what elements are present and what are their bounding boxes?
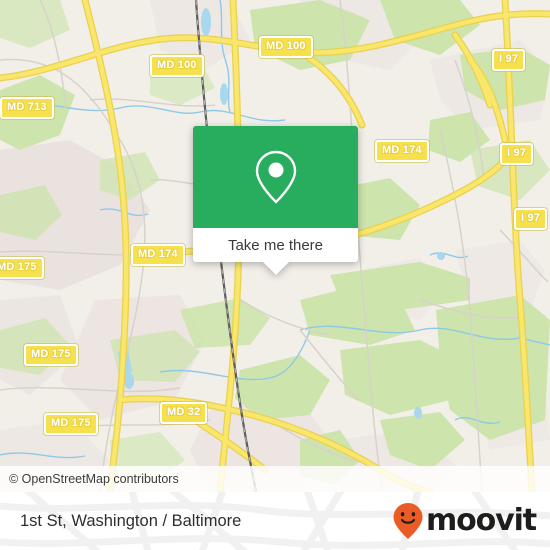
road-shield: MD 175 bbox=[44, 413, 98, 435]
place-name-label: 1st St, Washington / Baltimore bbox=[20, 511, 242, 530]
moovit-map-screen: MD 100 MD 100 MD 713 MD 174 MD 174 MD 175 MD 1… bbox=[0, 0, 550, 550]
map-pin-icon bbox=[255, 150, 296, 204]
road-shield: MD 713 bbox=[0, 97, 54, 119]
moovit-logo[interactable]: moovit bbox=[392, 502, 537, 540]
road-shield: MD 174 bbox=[375, 140, 429, 162]
moovit-pin-icon bbox=[393, 503, 423, 539]
road-shield: MD 100 bbox=[150, 55, 204, 77]
road-shield: I 97 bbox=[492, 49, 526, 71]
take-me-there-popup[interactable]: Take me there bbox=[193, 126, 358, 275]
map-attribution-bar: © OpenStreetMap contributors bbox=[0, 466, 550, 492]
moovit-wordmark: moovit bbox=[425, 503, 537, 538]
road-shield: I 97 bbox=[500, 143, 534, 165]
road-shield: MD 100 bbox=[259, 36, 313, 58]
footer-bar: 1st St, Washington / Baltimore moovit bbox=[0, 492, 550, 550]
map-canvas[interactable]: MD 100 MD 100 MD 713 MD 174 MD 174 MD 175 MD 1… bbox=[0, 0, 550, 492]
attribution-text: © OpenStreetMap contributors bbox=[9, 472, 179, 486]
road-shield: MD 175 bbox=[0, 257, 44, 279]
road-shield: MD 32 bbox=[160, 402, 208, 424]
popup-header bbox=[193, 126, 358, 228]
popup-pointer-tail bbox=[262, 262, 289, 275]
take-me-there-label: Take me there bbox=[227, 236, 324, 254]
road-shield: MD 174 bbox=[131, 244, 185, 266]
road-shield: MD 175 bbox=[24, 344, 78, 366]
popup-action-bar[interactable]: Take me there bbox=[193, 228, 358, 262]
footer-content: 1st St, Washington / Baltimore moovit bbox=[0, 492, 550, 550]
road-shield: I 97 bbox=[514, 208, 548, 230]
